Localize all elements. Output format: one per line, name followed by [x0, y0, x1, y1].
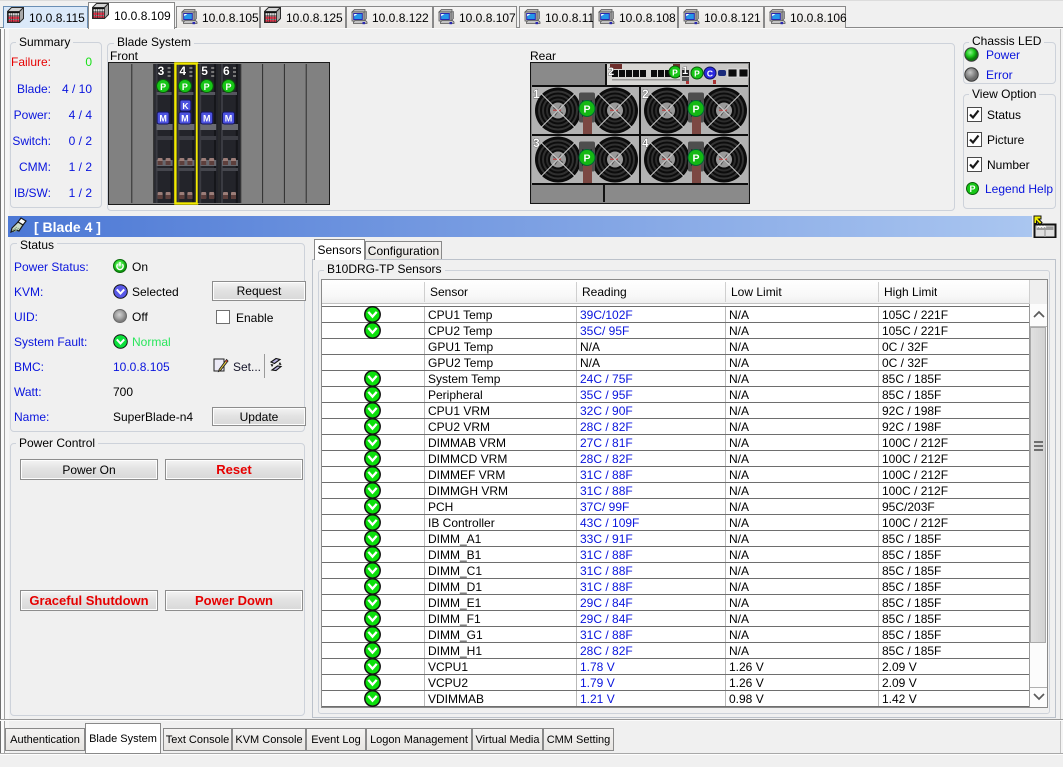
svg-text:M: M	[159, 114, 167, 124]
svg-text:1: 1	[682, 65, 688, 77]
svg-text:M: M	[225, 114, 233, 124]
svg-text:1: 1	[533, 87, 540, 101]
svg-text:P: P	[692, 153, 699, 165]
svg-text:P: P	[583, 153, 590, 165]
svg-text:P: P	[672, 68, 678, 78]
svg-text:5: 5	[201, 64, 208, 78]
svg-text:M: M	[181, 114, 189, 124]
svg-text:K: K	[182, 101, 189, 111]
svg-text:P: P	[160, 82, 166, 92]
svg-text:6: 6	[223, 64, 230, 78]
svg-text:P: P	[969, 184, 975, 194]
svg-text:P: P	[204, 82, 210, 92]
svg-text:3: 3	[533, 136, 540, 150]
svg-text:P: P	[694, 69, 700, 79]
svg-text:P: P	[182, 82, 188, 92]
svg-text:2: 2	[642, 87, 649, 101]
svg-text:M: M	[203, 114, 211, 124]
svg-text:C: C	[707, 69, 713, 79]
svg-text:P: P	[583, 104, 590, 116]
svg-text:4: 4	[179, 64, 186, 78]
svg-text:3: 3	[158, 64, 165, 78]
svg-text:4: 4	[642, 136, 649, 150]
svg-text:P: P	[692, 104, 699, 116]
svg-text:P: P	[225, 82, 231, 92]
svg-text:2: 2	[608, 66, 614, 78]
